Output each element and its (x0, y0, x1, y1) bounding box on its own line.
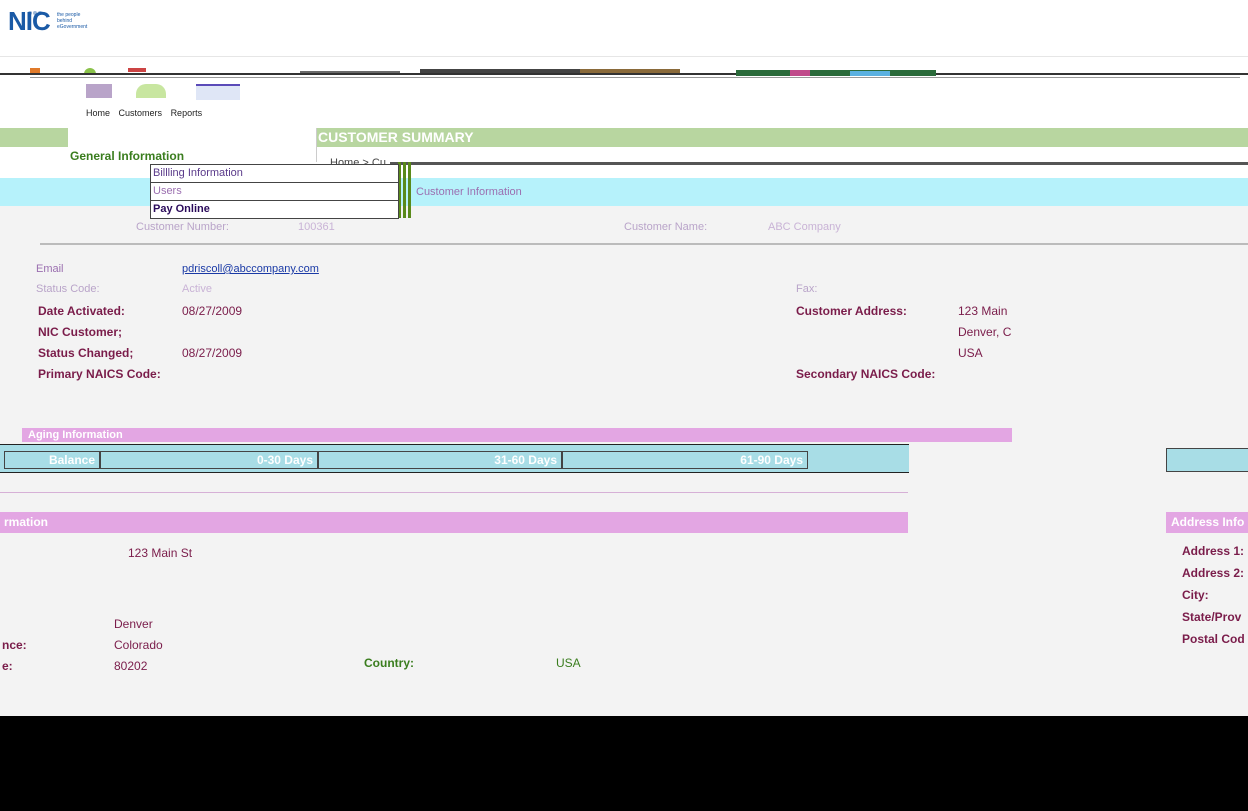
fax-label: Fax: (796, 283, 818, 295)
home-icon[interactable] (86, 84, 112, 98)
menu-item-pay-online[interactable]: Pay Online (151, 201, 398, 218)
aging-col-0-30: 0-30 Days (100, 451, 318, 469)
customer-address-label: Customer Address: (796, 304, 907, 318)
address-country: USA (556, 656, 581, 670)
address-right-label-2: Address 2: (1182, 566, 1245, 580)
customer-name-label: Customer Name: (624, 221, 708, 233)
page-title: CUSTOMER SUMMARY (318, 129, 474, 145)
aging-col-balance: Balance (4, 451, 100, 469)
aging-col-61-90: 61-90 Days (562, 451, 808, 469)
nav-home[interactable]: Home (86, 108, 110, 118)
status-code-value: Active (182, 283, 212, 295)
date-activated-label: Date Activated: (38, 304, 125, 318)
aging-col-31-60: 31-60 Days (318, 451, 562, 469)
address-title: rmation (4, 515, 49, 529)
address-header: rmation (0, 512, 908, 533)
address-right-label-3: City: (1182, 588, 1209, 602)
nav-reports[interactable]: Reports (171, 108, 203, 118)
reports-icon[interactable] (196, 84, 240, 100)
date-activated-value: 08/27/2009 (182, 304, 243, 318)
email-label: Email (36, 263, 64, 275)
secondary-naics-label: Secondary NAICS Code: (796, 367, 936, 381)
nav-customers[interactable]: Customers (119, 108, 163, 118)
customer-address-line-2: Denver, C (958, 325, 1012, 339)
customer-number-value: 100361 (298, 221, 335, 233)
customer-number-label: Customer Number: (136, 221, 229, 233)
general-info-menu: Billling Information Users Pay Online (150, 164, 399, 219)
status-code-label: Status Code: (36, 283, 100, 295)
aging-header: Aging Information (22, 428, 1012, 442)
nic-logo: NIC (8, 6, 51, 36)
breadcrumb-glitch (390, 162, 1248, 165)
row-glitch (40, 243, 1248, 245)
address-city: Denver (114, 617, 153, 631)
email-link[interactable]: pdriscoll@abccompany.com (182, 263, 319, 275)
address-province-label: nce: (2, 638, 27, 652)
aging-title: Aging Information (28, 429, 123, 441)
customer-address-line-1: 123 Main (958, 304, 1008, 318)
toolbar-band (0, 56, 1248, 57)
general-information-tab[interactable]: General Information (70, 149, 184, 163)
logo-tagline: the people behind eGovernment (57, 12, 88, 30)
address-postal-label: e: (2, 659, 13, 673)
status-changed-value: 08/27/2009 (182, 346, 243, 360)
primary-naics-label: Primary NAICS Code: (38, 367, 161, 381)
address-right-title: Address Info (1171, 515, 1245, 529)
customer-name-value: ABC Company (768, 221, 841, 233)
customer-address-line-3: USA (958, 346, 983, 360)
address-right-label-1: Address 1: (1182, 544, 1245, 558)
menu-item-users[interactable]: Users (151, 183, 398, 201)
address-right-header: Address Info (1166, 512, 1248, 533)
address-right-label-5: Postal Cod (1182, 632, 1245, 646)
aging-divider (0, 492, 908, 493)
menu-item-billing[interactable]: Billling Information (151, 165, 398, 183)
status-changed-label: Status Changed; (38, 346, 134, 360)
screen-blackout (0, 716, 1248, 811)
customers-icon[interactable] (136, 84, 166, 98)
nic-customer-label: NIC Customer; (38, 325, 123, 339)
address-street: 123 Main St (128, 546, 193, 560)
toolbar-glitch (0, 68, 1248, 98)
customer-info-label: Customer Information (416, 186, 522, 198)
address-province: Colorado (114, 638, 163, 652)
address-right-label-4: State/Prov (1182, 610, 1242, 624)
aging-table-header: Balance 0-30 Days 31-60 Days 61-90 Days (0, 444, 909, 473)
aging-right-header (1166, 448, 1248, 472)
address-country-label: Country: (364, 656, 414, 670)
top-nav: Home Customers Reports (86, 108, 208, 118)
splitter-handle[interactable] (398, 162, 412, 218)
address-postal: 80202 (114, 659, 148, 673)
